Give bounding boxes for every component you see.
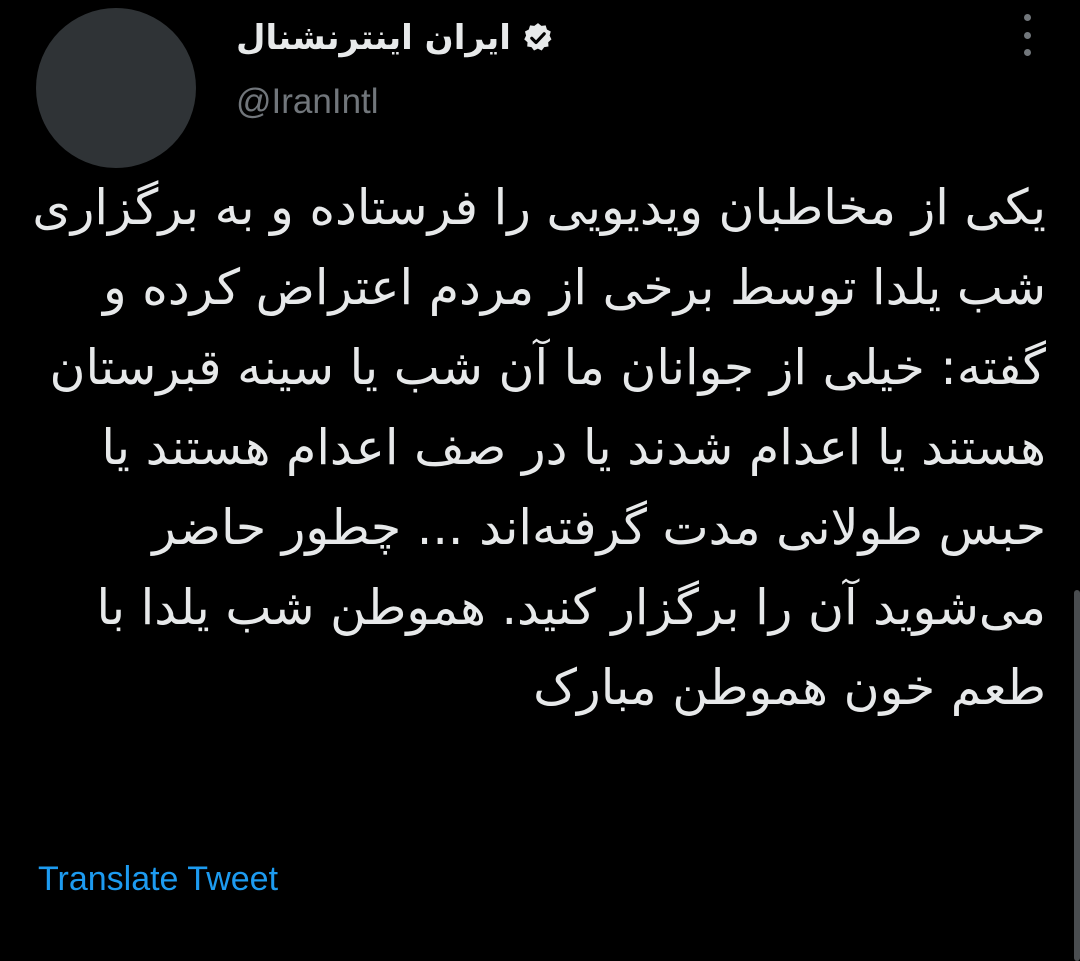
author-handle[interactable]: @IranIntl — [236, 82, 996, 122]
verified-badge-icon — [521, 21, 555, 55]
more-dot — [1023, 14, 1031, 21]
translate-tweet-link[interactable]: Translate Tweet — [38, 860, 278, 899]
scrollbar[interactable] — [1074, 590, 1080, 961]
more-dot — [1023, 49, 1031, 56]
more-options-icon[interactable] — [1018, 14, 1036, 56]
avatar[interactable] — [36, 8, 196, 168]
more-dot — [1023, 31, 1031, 39]
author-display-name[interactable]: ایران اینترنشنال — [236, 18, 511, 58]
tweet-header: ایران اینترنشنال @IranIntl — [236, 8, 996, 122]
tweet-text: یکی از مخاطبان ویدیویی را فرستاده و به ب… — [32, 179, 1046, 716]
author-name-row: ایران اینترنشنال — [236, 8, 996, 68]
